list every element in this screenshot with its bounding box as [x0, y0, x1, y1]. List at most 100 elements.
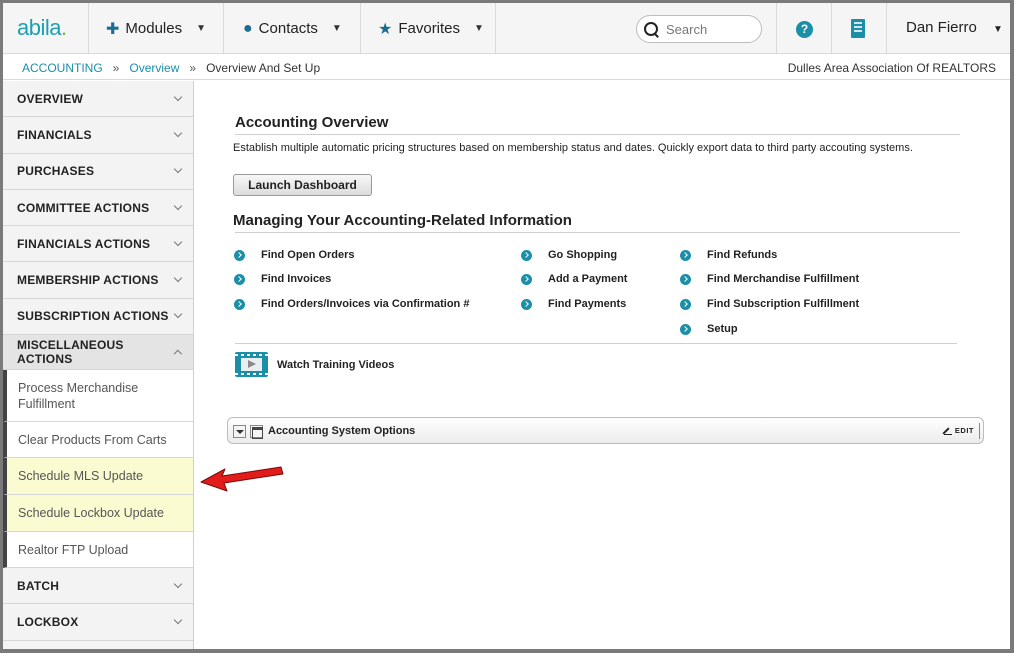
modules-menu[interactable]: ✚ Modules ▼	[106, 3, 206, 54]
chevron-down-icon	[173, 579, 183, 588]
sidebar-section-financials[interactable]: FINANCIALS	[3, 117, 193, 154]
chevron-down-icon	[173, 128, 183, 138]
link-label: Find Merchandise Fulfillment	[707, 273, 860, 285]
chevron-down-icon	[173, 273, 183, 283]
sidebar-section-subscription-actions[interactable]: SUBSCRIPTION ACTIONS	[3, 299, 193, 336]
nav-divider	[223, 3, 224, 54]
nav-divider	[88, 3, 89, 54]
nav-divider	[886, 3, 887, 54]
abila-logo[interactable]: abila.	[17, 15, 67, 41]
sidebar-item-schedule-lockbox-update[interactable]: Schedule Lockbox Update	[3, 495, 193, 533]
link-label: Go Shopping	[548, 249, 618, 261]
link-add-a-payment[interactable]: Add a Payment	[521, 273, 627, 285]
edit-button[interactable]: EDIT	[943, 426, 974, 435]
link-find-subscription-fulfillment[interactable]: Find Subscription Fulfillment	[680, 298, 859, 310]
sidebar-item-label: Process Merchandise Fulfillment	[18, 380, 139, 411]
launch-dashboard-button[interactable]: Launch Dashboard	[233, 174, 372, 196]
sidebar-item-schedule-mls-update[interactable]: Schedule MLS Update	[3, 458, 193, 496]
sidebar-item-label: Realtor FTP Upload	[18, 542, 129, 557]
breadcrumb-accounting[interactable]: ACCOUNTING	[22, 61, 103, 75]
chevron-down-icon: ▼	[993, 24, 1003, 35]
film-video-icon	[235, 352, 268, 377]
link-setup[interactable]: Setup	[680, 323, 738, 335]
sidebar-section-committee-actions[interactable]: COMMITTEE ACTIONS	[3, 190, 193, 227]
sidebar-section-membership-actions[interactable]: MEMBERSHIP ACTIONS	[3, 262, 193, 299]
section-label: SUBSCRIPTION ACTIONS	[17, 309, 169, 324]
arrow-bullet-icon	[521, 249, 532, 261]
watch-training-videos-link[interactable]: Watch Training Videos	[235, 352, 394, 377]
link-find-open-orders[interactable]: Find Open Orders	[234, 249, 355, 261]
section-label: LOCKBOX	[17, 615, 79, 630]
video-label: Watch Training Videos	[277, 358, 395, 371]
link-label: Find Open Orders	[261, 249, 355, 261]
sidebar-item-realtor-ftp-upload[interactable]: Realtor FTP Upload	[3, 532, 193, 569]
chevron-down-icon	[173, 164, 183, 174]
arrow-bullet-icon	[680, 249, 691, 261]
breadcrumb-overview[interactable]: Overview	[129, 61, 179, 75]
logo-dot: .	[60, 15, 67, 40]
accounting-system-options-panel: Accounting System Options EDIT	[227, 417, 984, 444]
chevron-down-icon	[173, 310, 183, 319]
nav-divider	[495, 3, 496, 54]
nav-divider	[360, 3, 361, 54]
arrow-bullet-icon	[234, 249, 245, 261]
sidebar-item-process-merchandise-fulfillment[interactable]: Process Merchandise Fulfillment	[3, 370, 193, 423]
sidebar-section-financials-actions[interactable]: FINANCIALS ACTIONS	[3, 226, 193, 263]
favorites-label: Favorites	[398, 20, 461, 37]
app-window: abila. ✚ Modules ▼ ● Contacts ▼ ★ Favori…	[0, 0, 1014, 653]
contacts-label: Contacts	[258, 20, 318, 37]
breadcrumb-separator: »	[189, 61, 197, 75]
search-input[interactable]	[666, 21, 756, 37]
arrow-bullet-icon	[680, 298, 691, 310]
arrow-bullet-icon	[234, 273, 245, 285]
manage-title: Managing Your Accounting-Related Informa…	[233, 212, 572, 229]
link-find-payments[interactable]: Find Payments	[521, 298, 626, 310]
section-label: PURCHASES	[17, 164, 95, 179]
chevron-down-icon: ▼	[196, 23, 207, 34]
nav-divider	[831, 3, 832, 54]
sidebar-item-clear-products-from-carts[interactable]: Clear Products From Carts	[3, 422, 193, 459]
chevron-down-icon	[173, 615, 183, 625]
panel-title: Accounting System Options	[268, 425, 416, 437]
arrow-bullet-icon	[234, 298, 245, 310]
link-find-merchandise-fulfillment[interactable]: Find Merchandise Fulfillment	[680, 273, 859, 285]
breadcrumb: ACCOUNTING » Overview » Overview And Set…	[22, 61, 320, 75]
search-box[interactable]	[636, 15, 762, 43]
divider	[235, 134, 960, 135]
red-annotation-arrow	[200, 466, 284, 492]
link-find-invoices[interactable]: Find Invoices	[234, 273, 331, 285]
link-find-refunds[interactable]: Find Refunds	[680, 249, 777, 261]
sidebar-item-label: Schedule MLS Update	[18, 469, 144, 484]
organization-name: Dulles Area Association Of REALTORS	[787, 61, 996, 75]
logo-text: abila	[17, 15, 61, 40]
contacts-menu[interactable]: ● Contacts ▼	[243, 3, 342, 54]
section-label: BATCH	[17, 578, 60, 593]
help-icon[interactable]: ?	[796, 21, 813, 38]
sidebar-item-label: Clear Products From Carts	[18, 432, 167, 447]
breadcrumb-separator: »	[112, 61, 120, 75]
chevron-down-icon	[173, 237, 183, 247]
chevron-up-icon	[173, 349, 183, 358]
link-label: Find Payments	[548, 298, 627, 310]
sidebar-section-overview[interactable]: OVERVIEW	[3, 81, 193, 118]
sidebar-section-lockbox[interactable]: LOCKBOX	[3, 604, 193, 641]
divider	[979, 423, 980, 439]
window-toggle-button[interactable]	[250, 425, 263, 439]
sidebar-section-miscellaneous-actions[interactable]: MISCELLANEOUS ACTIONS	[3, 335, 193, 371]
collapse-toggle-button[interactable]	[233, 425, 246, 438]
organization-icon[interactable]	[851, 19, 865, 38]
favorites-menu[interactable]: ★ Favorites ▼	[378, 3, 484, 54]
edit-label: EDIT	[954, 426, 974, 435]
link-find-orders-invoices-confirmation[interactable]: Find Orders/Invoices via Confirmation #	[234, 298, 469, 310]
arrow-bullet-icon	[680, 323, 691, 335]
sidebar: OVERVIEW FINANCIALS PURCHASES COMMITTEE …	[3, 81, 194, 649]
section-label: MEMBERSHIP ACTIONS	[17, 273, 159, 288]
sidebar-section-purchases[interactable]: PURCHASES	[3, 154, 193, 190]
link-go-shopping[interactable]: Go Shopping	[521, 249, 617, 261]
user-menu[interactable]: Dan Fierro ▼	[906, 19, 1003, 36]
link-label: Find Refunds	[707, 249, 778, 261]
chevron-down-icon	[173, 92, 183, 101]
link-label: Add a Payment	[548, 273, 628, 285]
sidebar-section-batch[interactable]: BATCH	[3, 568, 193, 605]
chevron-down-icon	[173, 201, 183, 210]
